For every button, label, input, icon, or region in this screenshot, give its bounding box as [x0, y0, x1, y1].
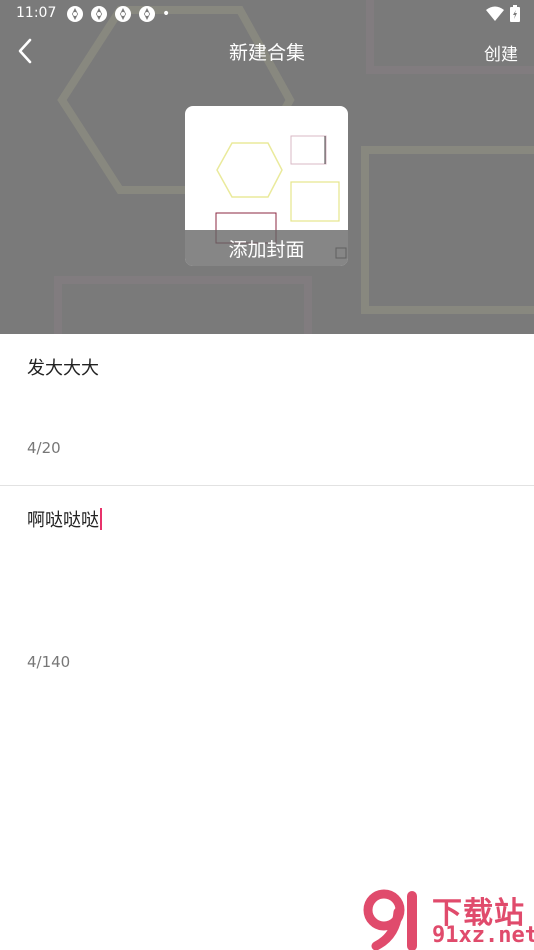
- status-time: 11:07: [16, 5, 57, 21]
- text-caret: [100, 508, 102, 530]
- add-cover-label: 添加封面: [228, 238, 305, 261]
- status-bar: 11:07 •: [0, 0, 534, 28]
- collection-title-field[interactable]: 发大大大 4/20: [0, 334, 534, 486]
- status-system-icons: [486, 5, 520, 22]
- collection-description-field[interactable]: 啊哒哒哒 4/140: [0, 486, 534, 706]
- add-cover-button[interactable]: 添加封面: [185, 106, 348, 266]
- app-notification-icon: [139, 6, 155, 22]
- description-input-value: 啊哒哒哒: [27, 510, 99, 531]
- title-bar: 新建合集 创建: [0, 28, 534, 74]
- app-notification-icon: [115, 6, 131, 22]
- create-button[interactable]: 创建: [484, 40, 518, 65]
- cover-label-bar: 添加封面: [185, 230, 348, 266]
- site-watermark: 下载站 91xz.net: [362, 888, 534, 950]
- status-more-dot: •: [162, 6, 171, 22]
- description-input[interactable]: 啊哒哒哒: [27, 506, 102, 532]
- app-notification-icon: [91, 6, 107, 22]
- status-notification-icons: •: [66, 5, 170, 23]
- watermark-url: 91xz.net: [432, 923, 534, 948]
- title-input-value[interactable]: 发大大大: [27, 354, 99, 380]
- app-notification-icon: [67, 6, 83, 22]
- title-char-counter: 4/20: [27, 439, 61, 457]
- cover-header: 11:07 • 新建合集 创建 添加封面: [0, 0, 534, 334]
- page-title: 新建合集: [228, 42, 305, 64]
- wifi-icon: [486, 6, 504, 21]
- battery-icon: [510, 5, 520, 22]
- watermark-logo-icon: [363, 889, 417, 950]
- description-char-counter: 4/140: [27, 653, 71, 671]
